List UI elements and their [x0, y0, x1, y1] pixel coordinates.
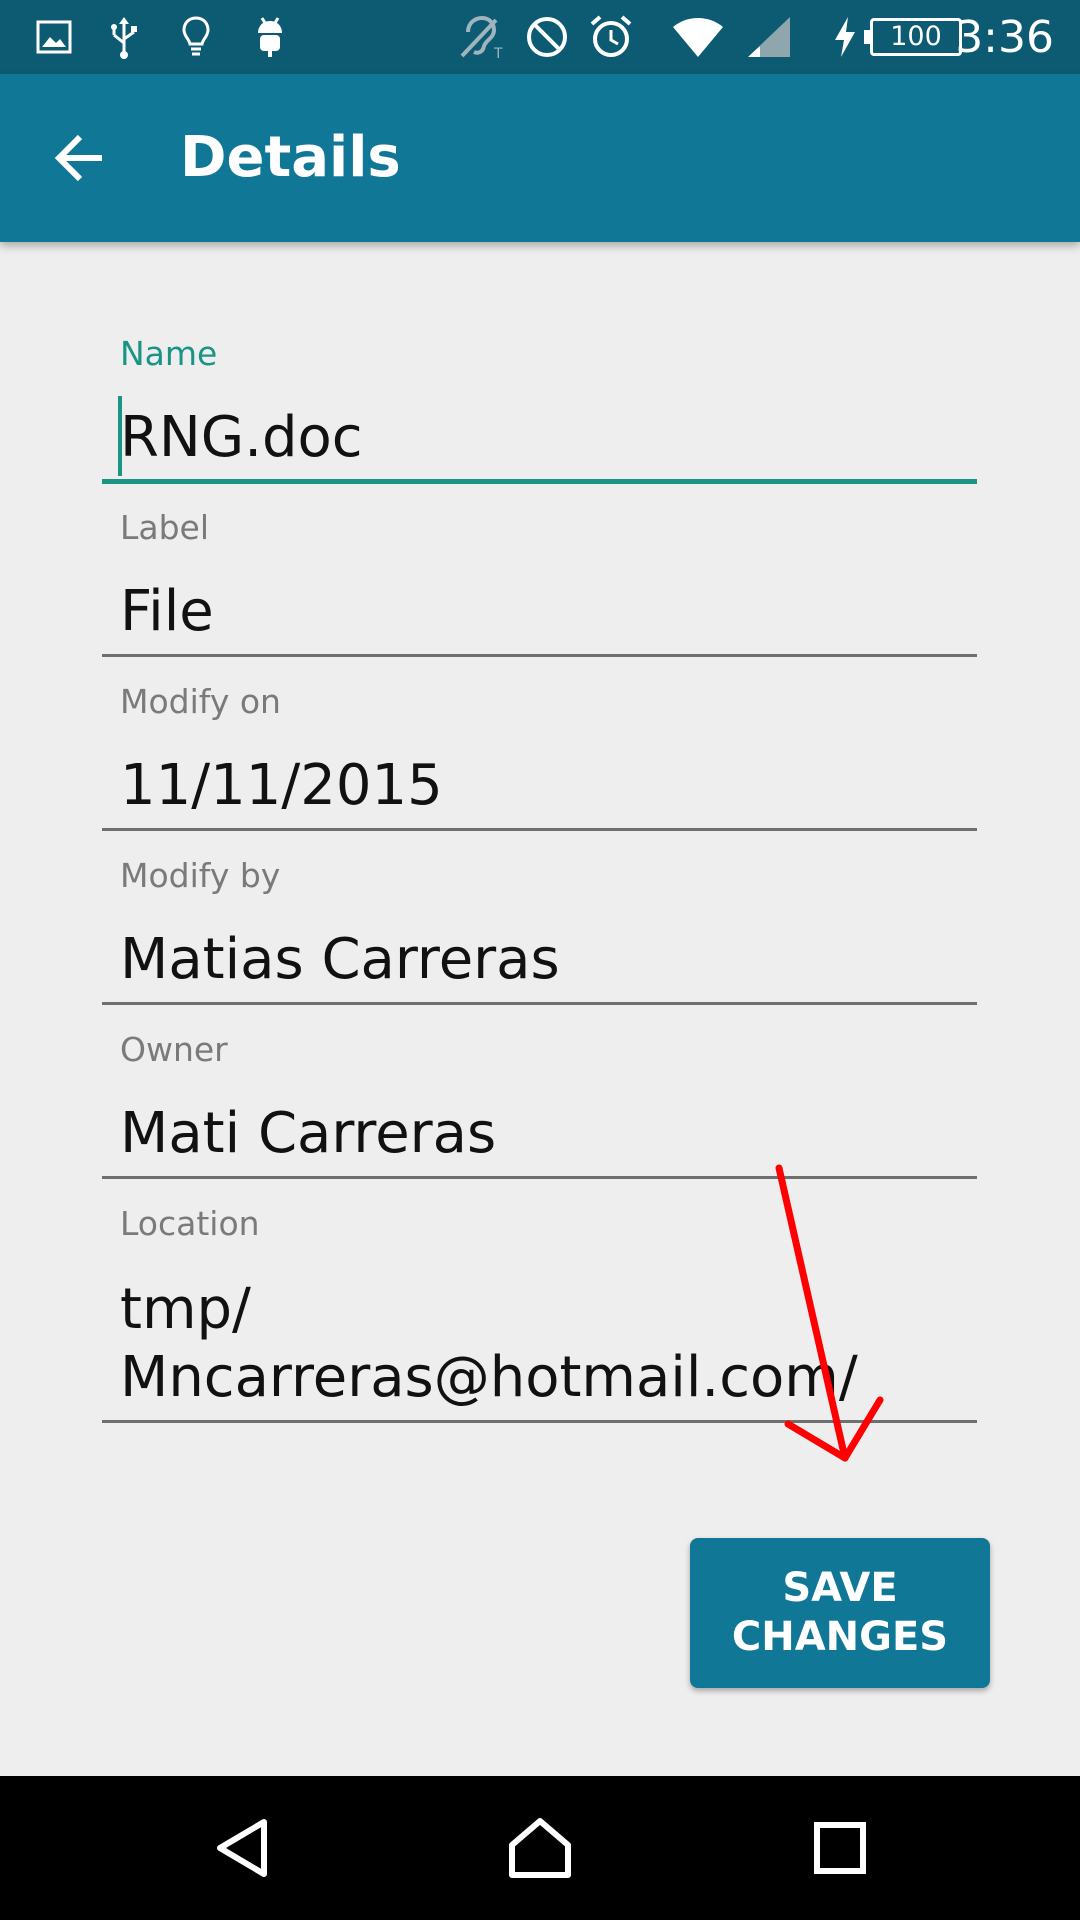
usb-icon: [104, 14, 144, 60]
name-field[interactable]: Name RNG.doc: [102, 334, 977, 486]
owner-label: Owner: [120, 1030, 228, 1069]
text-cursor: [118, 396, 122, 476]
back-triangle-icon: [217, 1819, 267, 1877]
recents-icon: [814, 1822, 866, 1874]
modify-by-label: Modify by: [120, 856, 281, 895]
back-button[interactable]: [40, 118, 120, 198]
hearing-aid-tty-icon: T: [456, 14, 506, 60]
nav-back-button[interactable]: [192, 1798, 292, 1898]
arrow-back-icon: [54, 134, 102, 182]
image-icon: [34, 14, 74, 60]
alarm-icon: [588, 14, 634, 60]
home-icon: [509, 1818, 571, 1878]
modify-by-field[interactable]: Modify by Matias Carreras: [102, 856, 977, 1006]
location-label: Location: [120, 1204, 260, 1243]
cell-signal-icon: [744, 14, 794, 60]
location-field[interactable]: Location tmp/ Mncarreras@hotmail.com/: [102, 1204, 977, 1424]
modify-on-field[interactable]: Modify on 11/11/2015: [102, 682, 977, 832]
modify-by-underline: [102, 1002, 977, 1005]
location-input[interactable]: tmp/ Mncarreras@hotmail.com/: [120, 1276, 980, 1412]
label-underline: [102, 654, 977, 657]
owner-input[interactable]: Mati Carreras: [120, 1100, 980, 1168]
navigation-bar: [0, 1776, 1080, 1920]
name-label: Name: [120, 334, 218, 373]
status-time: 3:36: [955, 12, 1054, 63]
charging-bolt-icon: [830, 14, 860, 60]
label-input[interactable]: File: [120, 578, 980, 646]
lightbulb-icon: [176, 14, 216, 60]
nav-home-button[interactable]: [490, 1798, 590, 1898]
android-debug-icon: [250, 14, 290, 60]
modify-on-input[interactable]: 11/11/2015: [120, 752, 980, 820]
status-bar: T 100 3:36: [0, 0, 1080, 74]
screen: T 100 3:36 Details Name RNG.doc Label Fi…: [0, 0, 1080, 1920]
app-bar: Details: [0, 74, 1080, 242]
label-field[interactable]: Label File: [102, 508, 977, 658]
owner-field[interactable]: Owner Mati Carreras: [102, 1030, 977, 1180]
do-not-disturb-icon: [524, 14, 570, 60]
page-title: Details: [180, 125, 401, 190]
wifi-icon: [670, 14, 726, 60]
svg-text:T: T: [493, 46, 503, 60]
modify-on-underline: [102, 828, 977, 831]
modify-on-label: Modify on: [120, 682, 281, 721]
nav-recents-button[interactable]: [790, 1798, 890, 1898]
battery-icon: 100: [864, 18, 962, 56]
owner-underline: [102, 1176, 977, 1179]
save-changes-button[interactable]: SAVE CHANGES: [690, 1538, 990, 1688]
name-input[interactable]: RNG.doc: [120, 404, 980, 472]
save-changes-label: SAVE CHANGES: [731, 1565, 949, 1660]
location-underline: [102, 1420, 977, 1423]
name-underline: [102, 479, 977, 484]
label-label: Label: [120, 508, 210, 547]
modify-by-input[interactable]: Matias Carreras: [120, 926, 980, 994]
